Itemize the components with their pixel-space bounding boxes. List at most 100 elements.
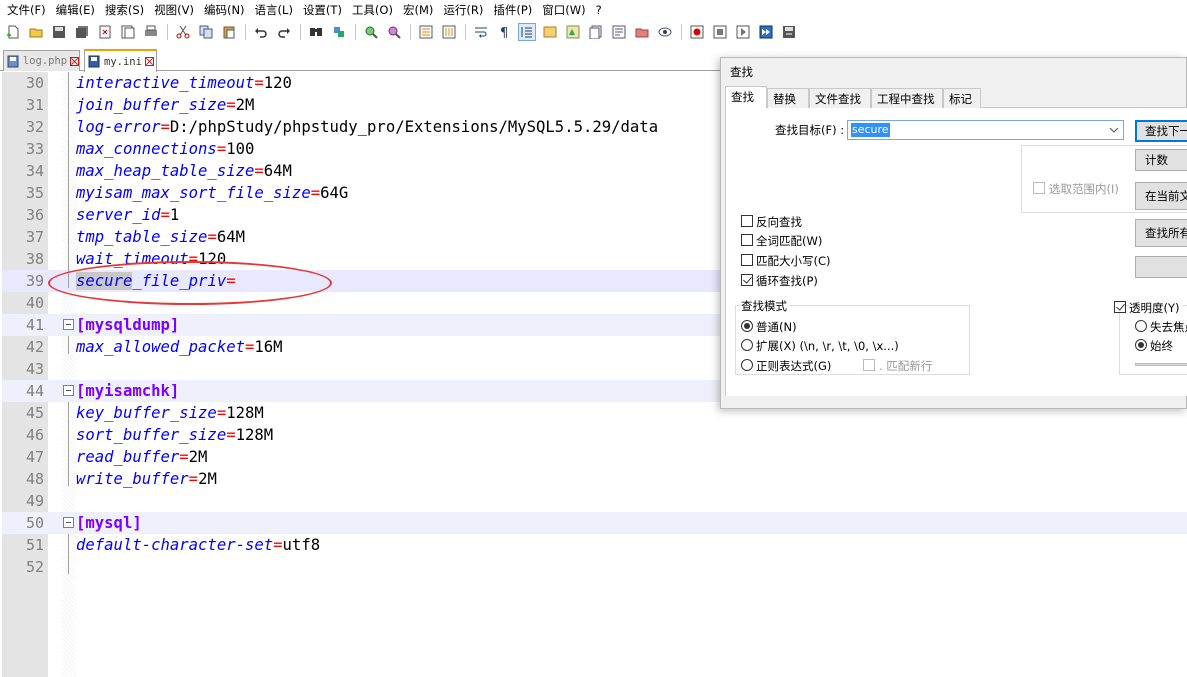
code-line[interactable]: 49 bbox=[2, 490, 1187, 512]
mode-regex-radio[interactable] bbox=[741, 359, 753, 371]
menu-item[interactable]: 插件(P) bbox=[490, 2, 539, 18]
undo-icon[interactable] bbox=[252, 23, 270, 41]
match-case-checkbox[interactable] bbox=[741, 254, 753, 266]
file-saved-icon bbox=[88, 55, 100, 68]
open-file-icon[interactable] bbox=[27, 23, 45, 41]
fold-toggle-icon[interactable] bbox=[63, 517, 74, 528]
find-all-current-button[interactable]: 在当前文件中查找 bbox=[1135, 182, 1187, 210]
menu-item[interactable]: 运行(R) bbox=[440, 2, 490, 18]
zoom-out-icon[interactable] bbox=[385, 23, 403, 41]
dot-newline-checkbox[interactable] bbox=[863, 359, 875, 371]
menu-item[interactable]: 工具(O) bbox=[349, 2, 400, 18]
indent-guide-icon[interactable] bbox=[518, 23, 536, 41]
always-radio[interactable] bbox=[1135, 339, 1147, 351]
menu-item[interactable]: ? bbox=[593, 3, 609, 17]
show-all-chars-icon[interactable]: ¶ bbox=[495, 23, 513, 41]
tab-log-php[interactable]: log.php bbox=[3, 50, 80, 71]
equals-operator: = bbox=[226, 96, 236, 114]
menu-item[interactable]: 视图(V) bbox=[151, 2, 201, 18]
mode-normal-radio[interactable] bbox=[741, 320, 753, 332]
tab-mark[interactable]: 标记 bbox=[943, 88, 981, 108]
tab-my-ini[interactable]: my.ini bbox=[84, 49, 157, 72]
code-line[interactable]: 48 write_buffer=2M bbox=[2, 468, 1187, 490]
find-icon[interactable] bbox=[307, 23, 325, 41]
close-button[interactable]: 关闭 bbox=[1135, 256, 1187, 278]
save-icon[interactable] bbox=[50, 23, 68, 41]
doc-list-icon[interactable] bbox=[587, 23, 605, 41]
line-code: key_buffer_size=128M bbox=[76, 402, 264, 424]
find-all-open-button[interactable]: 查找所有打开文件 bbox=[1135, 219, 1187, 247]
sync-vertical-icon[interactable] bbox=[417, 23, 435, 41]
menu-item[interactable]: 设置(T) bbox=[300, 2, 349, 18]
redo-icon[interactable] bbox=[275, 23, 293, 41]
code-line[interactable]: 51 default-character-set=utf8 bbox=[2, 534, 1187, 556]
fold-toggle-icon[interactable] bbox=[63, 385, 74, 396]
transparency-checkbox[interactable] bbox=[1114, 301, 1126, 313]
menu-item[interactable]: 搜索(S) bbox=[102, 2, 151, 18]
menu-item[interactable]: 文件(F) bbox=[4, 2, 53, 18]
close-tab-icon[interactable] bbox=[144, 57, 154, 66]
record-macro-icon[interactable] bbox=[688, 23, 706, 41]
tab-find-in-files[interactable]: 文件查找 bbox=[809, 88, 871, 108]
copy-icon[interactable] bbox=[197, 23, 215, 41]
count-button[interactable]: 计数 bbox=[1135, 149, 1187, 171]
whole-word-label: 全词匹配(W) bbox=[756, 234, 823, 248]
paste-icon[interactable] bbox=[220, 23, 238, 41]
tab-replace[interactable]: 替换 bbox=[767, 88, 809, 108]
tab-find-in-projects[interactable]: 工程中查找 bbox=[871, 88, 943, 108]
run-macro-multiple-icon[interactable] bbox=[757, 23, 775, 41]
find-target-input[interactable]: secure bbox=[847, 120, 1124, 140]
cut-icon[interactable] bbox=[174, 23, 192, 41]
fold-toggle-icon[interactable] bbox=[63, 319, 74, 330]
folder-workspace-icon[interactable] bbox=[633, 23, 651, 41]
menu-item[interactable]: 语言(L) bbox=[252, 2, 300, 18]
equals-operator: = bbox=[188, 470, 199, 488]
reverse-search-checkbox[interactable] bbox=[741, 215, 753, 227]
config-value: 120 bbox=[263, 74, 292, 92]
menu-item[interactable]: 编辑(E) bbox=[53, 2, 102, 18]
code-line[interactable]: 52 bbox=[2, 556, 1187, 578]
line-code: read_buffer=2M bbox=[76, 446, 207, 468]
code-line[interactable]: 47 read_buffer=2M bbox=[2, 446, 1187, 468]
replace-icon[interactable] bbox=[330, 23, 348, 41]
stop-macro-icon[interactable] bbox=[711, 23, 729, 41]
doc-map-icon[interactable] bbox=[564, 23, 582, 41]
find-next-button[interactable]: 查找下一个 bbox=[1135, 120, 1187, 142]
new-file-icon[interactable] bbox=[4, 23, 22, 41]
config-key: write_buffer bbox=[76, 470, 189, 488]
tab-find[interactable]: 查找 bbox=[725, 86, 767, 109]
line-code: max_allowed_packet=16M bbox=[76, 336, 283, 358]
close-tab-icon[interactable] bbox=[70, 56, 79, 66]
line-code: max_connections=100 bbox=[76, 138, 254, 160]
save-macro-icon[interactable] bbox=[780, 23, 798, 41]
monitoring-icon[interactable] bbox=[656, 23, 674, 41]
menu-item[interactable]: 宏(M) bbox=[400, 2, 440, 18]
function-list-icon[interactable] bbox=[610, 23, 628, 41]
wrap-around-checkbox[interactable] bbox=[741, 274, 753, 286]
save-all-icon[interactable] bbox=[73, 23, 91, 41]
code-line[interactable]: 46 sort_buffer_size=128M bbox=[2, 424, 1187, 446]
udl-icon[interactable] bbox=[541, 23, 559, 41]
menu-item[interactable]: 编码(N) bbox=[201, 2, 252, 18]
menu-item[interactable]: 窗口(W) bbox=[539, 2, 592, 18]
play-macro-icon[interactable] bbox=[734, 23, 752, 41]
close-all-icon[interactable] bbox=[119, 23, 137, 41]
mode-extended-radio[interactable] bbox=[741, 339, 753, 351]
line-number: 38 bbox=[25, 250, 44, 268]
line-number: 42 bbox=[25, 338, 44, 356]
equals-operator: = bbox=[254, 162, 264, 180]
sync-horizontal-icon[interactable] bbox=[440, 23, 458, 41]
word-wrap-icon[interactable] bbox=[472, 23, 490, 41]
config-value: 64M bbox=[216, 228, 245, 246]
in-selection-checkbox[interactable] bbox=[1033, 182, 1045, 194]
on-lose-focus-radio[interactable] bbox=[1135, 320, 1147, 332]
close-file-icon[interactable] bbox=[96, 23, 114, 41]
chevron-down-icon[interactable] bbox=[1108, 124, 1120, 136]
equals-operator: = bbox=[310, 184, 321, 202]
line-code: write_buffer=2M bbox=[76, 468, 217, 490]
whole-word-checkbox[interactable] bbox=[741, 234, 753, 246]
zoom-in-icon[interactable] bbox=[362, 23, 380, 41]
print-icon[interactable] bbox=[142, 23, 160, 41]
transparency-slider[interactable] bbox=[1135, 363, 1187, 366]
code-line[interactable]: 50 [mysql] bbox=[2, 512, 1187, 534]
